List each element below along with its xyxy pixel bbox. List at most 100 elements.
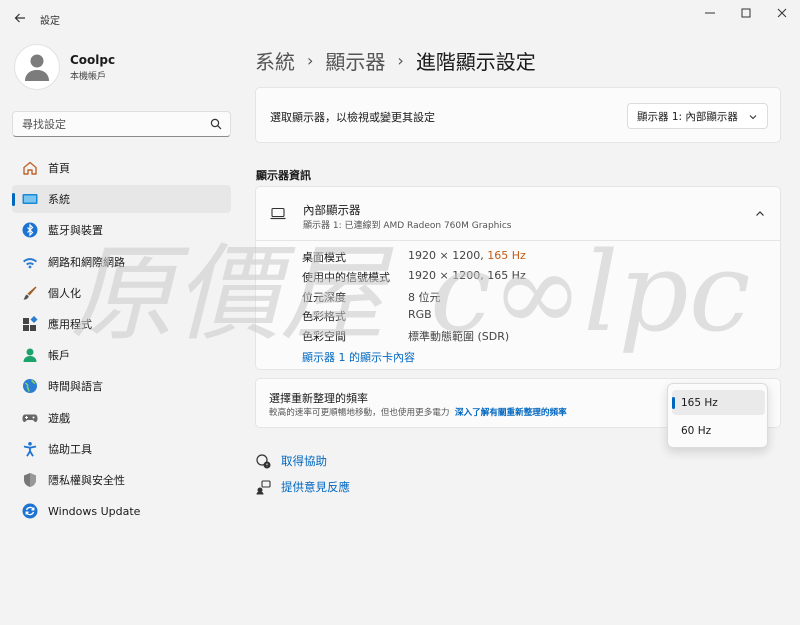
spec-value: 標準動態範圍 (SDR) xyxy=(408,330,510,343)
sidebar-item-privacy[interactable]: 隱私權與安全性 xyxy=(12,466,231,494)
spec-row: 位元深度 8 位元 xyxy=(302,289,441,307)
close-button[interactable] xyxy=(764,0,800,26)
section-title: 顯示器資訊 xyxy=(256,169,311,182)
feedback-icon xyxy=(255,479,271,495)
person-icon xyxy=(25,54,49,81)
spec-value: 1920 × 1200, 165 Hz xyxy=(408,249,526,262)
refresh-rate-description: 較高的速率可更順暢地移動，但也使用更多電力 深入了解有關重新整理的頻率 xyxy=(269,408,567,418)
spec-row: 桌面模式 1920 × 1200, 165 Hz xyxy=(302,249,526,267)
update-icon xyxy=(22,503,38,519)
sidebar-item-windows-update[interactable]: Windows Update xyxy=(12,497,231,525)
maximize-icon xyxy=(741,8,751,18)
sidebar-item-label: 協助工具 xyxy=(48,442,92,456)
spec-key: 位元深度 xyxy=(302,291,346,304)
laptop-icon xyxy=(270,207,286,220)
wifi-icon xyxy=(22,254,38,270)
spec-value: 8 位元 xyxy=(408,291,441,304)
back-button[interactable] xyxy=(10,8,30,28)
spec-value: 1920 × 1200, 165 Hz xyxy=(408,269,526,282)
profile-account-type: 本機帳戶 xyxy=(70,71,107,82)
home-icon xyxy=(22,160,38,176)
spec-key: 使用中的信號模式 xyxy=(302,271,390,284)
spec-value-highlight: 165 Hz xyxy=(487,249,526,262)
display-info-details: 桌面模式 1920 × 1200, 165 Hz 使用中的信號模式 1920 ×… xyxy=(255,240,781,370)
give-feedback-label: 提供意見反應 xyxy=(281,480,350,494)
back-arrow-icon xyxy=(14,13,25,23)
sidebar-item-label: 應用程式 xyxy=(48,317,92,331)
refresh-rate-option[interactable]: 165 Hz xyxy=(672,390,765,415)
sidebar-item-network[interactable]: 網路和網際網路 xyxy=(12,248,231,276)
sidebar-item-label: 首頁 xyxy=(48,162,70,175)
search-input[interactable] xyxy=(13,112,203,136)
display-dropdown[interactable]: 顯示器 1: 內部顯示器 xyxy=(627,103,768,129)
sidebar-item-time-language[interactable]: 時間與語言 xyxy=(12,372,231,400)
system-icon xyxy=(22,191,38,207)
sidebar-item-accounts[interactable]: 帳戶 xyxy=(12,341,231,369)
apps-icon xyxy=(22,315,38,332)
sidebar-item-label: 藍牙與裝置 xyxy=(48,224,103,238)
give-feedback-link[interactable]: 提供意見反應 xyxy=(255,479,350,495)
spec-row: 色彩格式 RGB xyxy=(302,308,432,326)
sidebar-item-personalization[interactable]: 個人化 xyxy=(12,279,231,307)
search-icon[interactable] xyxy=(210,118,222,130)
help-icon xyxy=(255,453,271,469)
sidebar-item-label: Windows Update xyxy=(48,504,141,518)
display-name: 內部顯示器 xyxy=(303,203,361,217)
spec-key: 桌面模式 xyxy=(302,251,346,264)
brush-icon xyxy=(22,285,38,301)
refresh-rate-title: 選擇重新整理的頻率 xyxy=(269,392,368,405)
sidebar-item-gaming[interactable]: 遊戲 xyxy=(12,404,231,432)
sidebar-item-label: 時間與語言 xyxy=(48,380,103,394)
breadcrumb-chevron-icon: › xyxy=(397,51,404,70)
breadcrumb-item-display[interactable]: 顯示器 xyxy=(325,46,385,75)
minimize-icon xyxy=(705,12,715,14)
maximize-button[interactable] xyxy=(728,0,764,26)
display-info-header[interactable]: 內部顯示器 顯示器 1: 已連線到 AMD Radeon 760M Graphi… xyxy=(255,186,781,241)
avatar xyxy=(14,44,60,90)
breadcrumb-chevron-icon: › xyxy=(307,51,314,70)
display-dropdown-value: 顯示器 1: 內部顯示器 xyxy=(637,110,738,123)
spec-row: 使用中的信號模式 1920 × 1200, 165 Hz xyxy=(302,269,526,287)
display-select-card: 選取顯示器，以檢視或變更其設定 顯示器 1: 內部顯示器 xyxy=(255,87,781,143)
refresh-rate-option[interactable]: 60 Hz xyxy=(672,418,765,443)
sidebar-item-label: 隱私權與安全性 xyxy=(48,473,125,487)
settings-search xyxy=(12,111,231,137)
sidebar-item-system[interactable]: 系統 xyxy=(12,185,231,214)
get-help-label: 取得協助 xyxy=(281,454,327,468)
adapter-properties-link[interactable]: 顯示器 1 的顯示卡內容 xyxy=(302,349,415,365)
bluetooth-icon xyxy=(22,222,38,238)
shield-icon xyxy=(22,472,38,488)
breadcrumb-item-system[interactable]: 系統 xyxy=(255,46,295,75)
chevron-down-icon xyxy=(749,115,757,120)
sidebar-item-home[interactable]: 首頁 xyxy=(12,154,231,182)
spec-key: 色彩空間 xyxy=(302,330,346,343)
close-icon xyxy=(777,8,787,18)
sidebar-item-label: 遊戲 xyxy=(48,411,70,425)
display-select-label: 選取顯示器，以檢視或變更其設定 xyxy=(270,111,435,124)
page-title: 進階顯示設定 xyxy=(415,50,536,74)
spec-key: 色彩格式 xyxy=(302,310,346,323)
learn-more-link[interactable]: 深入了解有關重新整理的頻率 xyxy=(455,408,567,418)
profile-name: Coolpc xyxy=(70,52,116,67)
app-title: 設定 xyxy=(40,16,60,27)
title-bar: 設定 xyxy=(0,0,800,36)
globe-icon xyxy=(22,378,38,394)
account-icon xyxy=(22,347,38,363)
chevron-up-icon[interactable] xyxy=(754,208,766,220)
sidebar-item-bluetooth[interactable]: 藍牙與裝置 xyxy=(12,216,231,244)
user-profile[interactable]: Coolpc 本機帳戶 xyxy=(14,44,115,90)
sidebar-item-accessibility[interactable]: 協助工具 xyxy=(12,435,231,463)
sidebar-item-label: 網路和網際網路 xyxy=(48,255,125,269)
sidebar-item-label: 個人化 xyxy=(48,286,81,300)
get-help-link[interactable]: 取得協助 xyxy=(255,453,327,469)
minimize-button[interactable] xyxy=(692,0,728,26)
sidebar-item-label: 系統 xyxy=(48,193,70,207)
spec-row: 色彩空間 標準動態範圍 (SDR) xyxy=(302,328,509,346)
sidebar-nav: 首頁 系統 藍牙與裝置 網路和網際網路 個人化 應用程式 帳戶 時間與語言 遊戲… xyxy=(12,154,231,528)
breadcrumb: 系統 › 顯示器 › 進階顯示設定 xyxy=(255,46,536,75)
sidebar-item-label: 帳戶 xyxy=(48,349,70,363)
gamepad-icon xyxy=(22,410,38,426)
sidebar-item-apps[interactable]: 應用程式 xyxy=(12,310,231,338)
display-connection: 顯示器 1: 已連線到 AMD Radeon 760M Graphics xyxy=(303,221,512,231)
spec-value: RGB xyxy=(408,308,432,321)
